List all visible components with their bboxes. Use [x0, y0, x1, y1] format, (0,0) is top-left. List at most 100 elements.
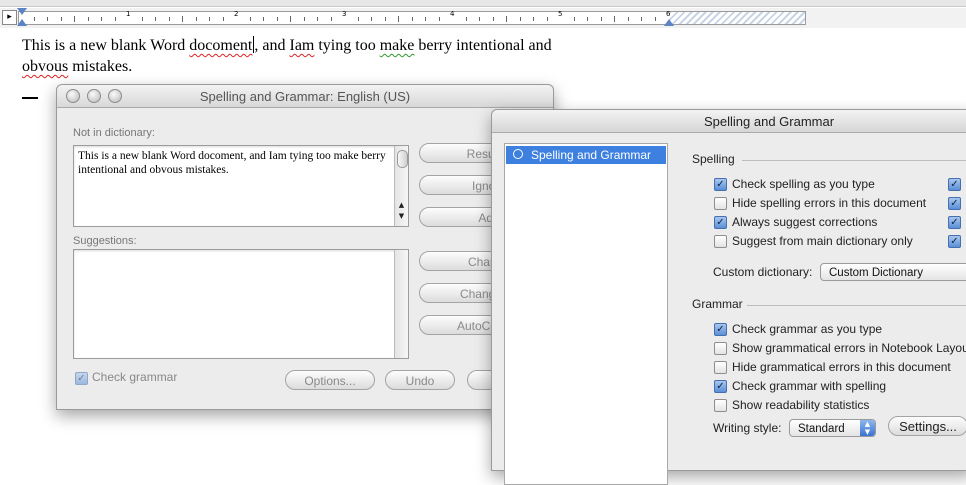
scrollbar-thumb[interactable] [397, 150, 408, 168]
ruler-number: 3 [342, 10, 347, 18]
section-divider [747, 305, 966, 306]
ruler-tick [155, 17, 156, 21]
first-line-indent-marker[interactable] [17, 8, 27, 15]
ruler-tick [87, 17, 89, 21]
document-text: , and [254, 37, 290, 54]
check-grammar-with-spelling-checkbox[interactable]: ✓ [714, 380, 727, 393]
suggestions-list[interactable] [73, 249, 409, 359]
always-suggest-corrections-label: Always suggest corrections [732, 215, 878, 229]
right-column-checkbox[interactable]: ✓ [948, 216, 961, 229]
ruler-tick [182, 16, 183, 22]
textbox-scrollbar[interactable]: ▲ ▼ [394, 146, 408, 226]
right-column-checkbox[interactable]: ✓ [948, 235, 961, 248]
preferences-sidebar[interactable]: Spelling and Grammar [504, 143, 668, 485]
hide-spelling-errors-checkbox[interactable] [714, 197, 727, 210]
section-divider [742, 160, 966, 161]
ruler-tick [573, 17, 575, 21]
preferences-window: Spelling and Grammar Spelling and Gramma… [491, 109, 966, 485]
check-grammar-with-spelling-label: Check grammar with spelling [732, 379, 887, 393]
ruler-tick [249, 17, 251, 21]
left-indent-marker[interactable] [17, 19, 27, 26]
spelling-error-word[interactable]: Iam [289, 37, 314, 54]
ruler-tick [317, 17, 318, 21]
document-text: This is a new blank Word [22, 37, 190, 54]
ruler-tick [546, 17, 548, 21]
not-in-dictionary-textbox[interactable]: This is a new blank Word docoment, and I… [73, 145, 409, 227]
ruler-tick [438, 17, 440, 21]
grammar-section-heading: Grammar [692, 297, 743, 311]
custom-dictionary-label: Custom dictionary: [713, 265, 813, 279]
options-button[interactable]: Options... [285, 370, 375, 390]
spelling-section-heading: Spelling [692, 152, 735, 166]
horizontal-ruler[interactable]: ▸ 1 2 3 4 5 6 [0, 8, 966, 28]
ruler-tick [641, 17, 642, 21]
check-grammar-as-you-type-label: Check grammar as you type [732, 322, 883, 336]
ruler-tick [276, 17, 278, 21]
spelling-error-word[interactable]: docoment [189, 37, 252, 54]
ruler-tick [398, 16, 399, 22]
check-spelling-as-you-type-checkbox[interactable]: ✓ [714, 178, 727, 191]
writing-style-popup[interactable]: Standard ▲ ▼ [789, 419, 876, 437]
ruler-tick [263, 17, 264, 21]
ruler-tick [587, 17, 588, 21]
ruler-tick [492, 17, 494, 21]
show-readability-statistics-label: Show readability statistics [732, 398, 870, 412]
custom-dictionary-popup[interactable]: Custom Dictionary [820, 263, 966, 281]
dialog-titlebar[interactable]: Spelling and Grammar: English (US) [57, 85, 553, 108]
spelling-grammar-pane-icon [513, 149, 523, 159]
hide-grammatical-errors-label: Hide grammatical errors in this document [732, 360, 951, 374]
spelling-grammar-dialog: Spelling and Grammar: English (US) Not i… [56, 84, 559, 410]
sidebar-item-spelling-and-grammar[interactable]: Spelling and Grammar [506, 146, 666, 164]
ruler-tick [654, 17, 656, 21]
right-column-checkbox[interactable]: ✓ [948, 197, 961, 210]
ruler-tick [330, 17, 332, 21]
not-in-dictionary-label: Not in dictionary: [73, 127, 155, 139]
suggest-from-main-dictionary-checkbox[interactable] [714, 235, 727, 248]
ruler-tick [600, 17, 602, 21]
hide-spelling-errors-label: Hide spelling errors in this document [732, 196, 927, 210]
ruler-tick [60, 17, 62, 21]
settings-button[interactable]: Settings... [888, 416, 966, 436]
ruler-number: 1 [126, 10, 131, 18]
ruler-tick [114, 17, 116, 21]
check-grammar-as-you-type-checkbox[interactable]: ✓ [714, 323, 727, 336]
document-text: berry intentional and [414, 37, 552, 54]
ruler-tick [290, 16, 291, 22]
hide-grammatical-errors-checkbox[interactable] [714, 361, 727, 374]
ruler-tick [506, 16, 507, 22]
ruler-tick [533, 17, 534, 21]
show-readability-statistics-checkbox[interactable] [714, 399, 727, 412]
ruler-tick [195, 17, 197, 21]
scroll-up-arrow-icon[interactable]: ▲ [395, 201, 408, 209]
tab-stop-selector[interactable]: ▸ [2, 10, 17, 25]
document-text: tying too [314, 37, 380, 54]
ruler-tick [101, 17, 102, 21]
document-body[interactable]: This is a new blank Word docoment, and I… [22, 35, 662, 77]
spelling-error-word[interactable]: obvous [22, 58, 68, 75]
show-grammatical-errors-notebook-label: Show grammatical errors in Notebook Layo… [732, 341, 966, 355]
grammar-error-word[interactable]: make [380, 37, 415, 54]
check-grammar-checkbox[interactable]: ✓ [75, 372, 88, 385]
ruler-tick [357, 17, 359, 21]
ruler-tick [303, 17, 305, 21]
ruler-tick [411, 17, 413, 21]
ruler-tick [627, 17, 629, 21]
preferences-titlebar[interactable]: Spelling and Grammar [492, 110, 966, 133]
show-grammatical-errors-notebook-checkbox[interactable] [714, 342, 727, 355]
right-column-checkbox[interactable]: ✓ [948, 178, 961, 191]
scroll-down-arrow-icon[interactable]: ▼ [395, 212, 408, 220]
ruler-number: 4 [450, 10, 455, 18]
ruler-tick [519, 17, 521, 21]
always-suggest-corrections-checkbox[interactable]: ✓ [714, 216, 727, 229]
document-text: mistakes. [68, 58, 133, 75]
check-grammar-label: Check grammar [92, 370, 178, 384]
ruler-top-strip [0, 0, 966, 7]
suggestions-scrollbar[interactable] [394, 250, 408, 358]
ruler-number: 2 [234, 10, 239, 18]
ruler-tick [209, 17, 210, 21]
undo-button[interactable]: Undo [385, 370, 455, 390]
ruler-tick [384, 17, 386, 21]
ruler-tick [168, 17, 170, 21]
preferences-title: Spelling and Grammar [704, 114, 835, 129]
right-indent-marker[interactable] [664, 19, 674, 26]
